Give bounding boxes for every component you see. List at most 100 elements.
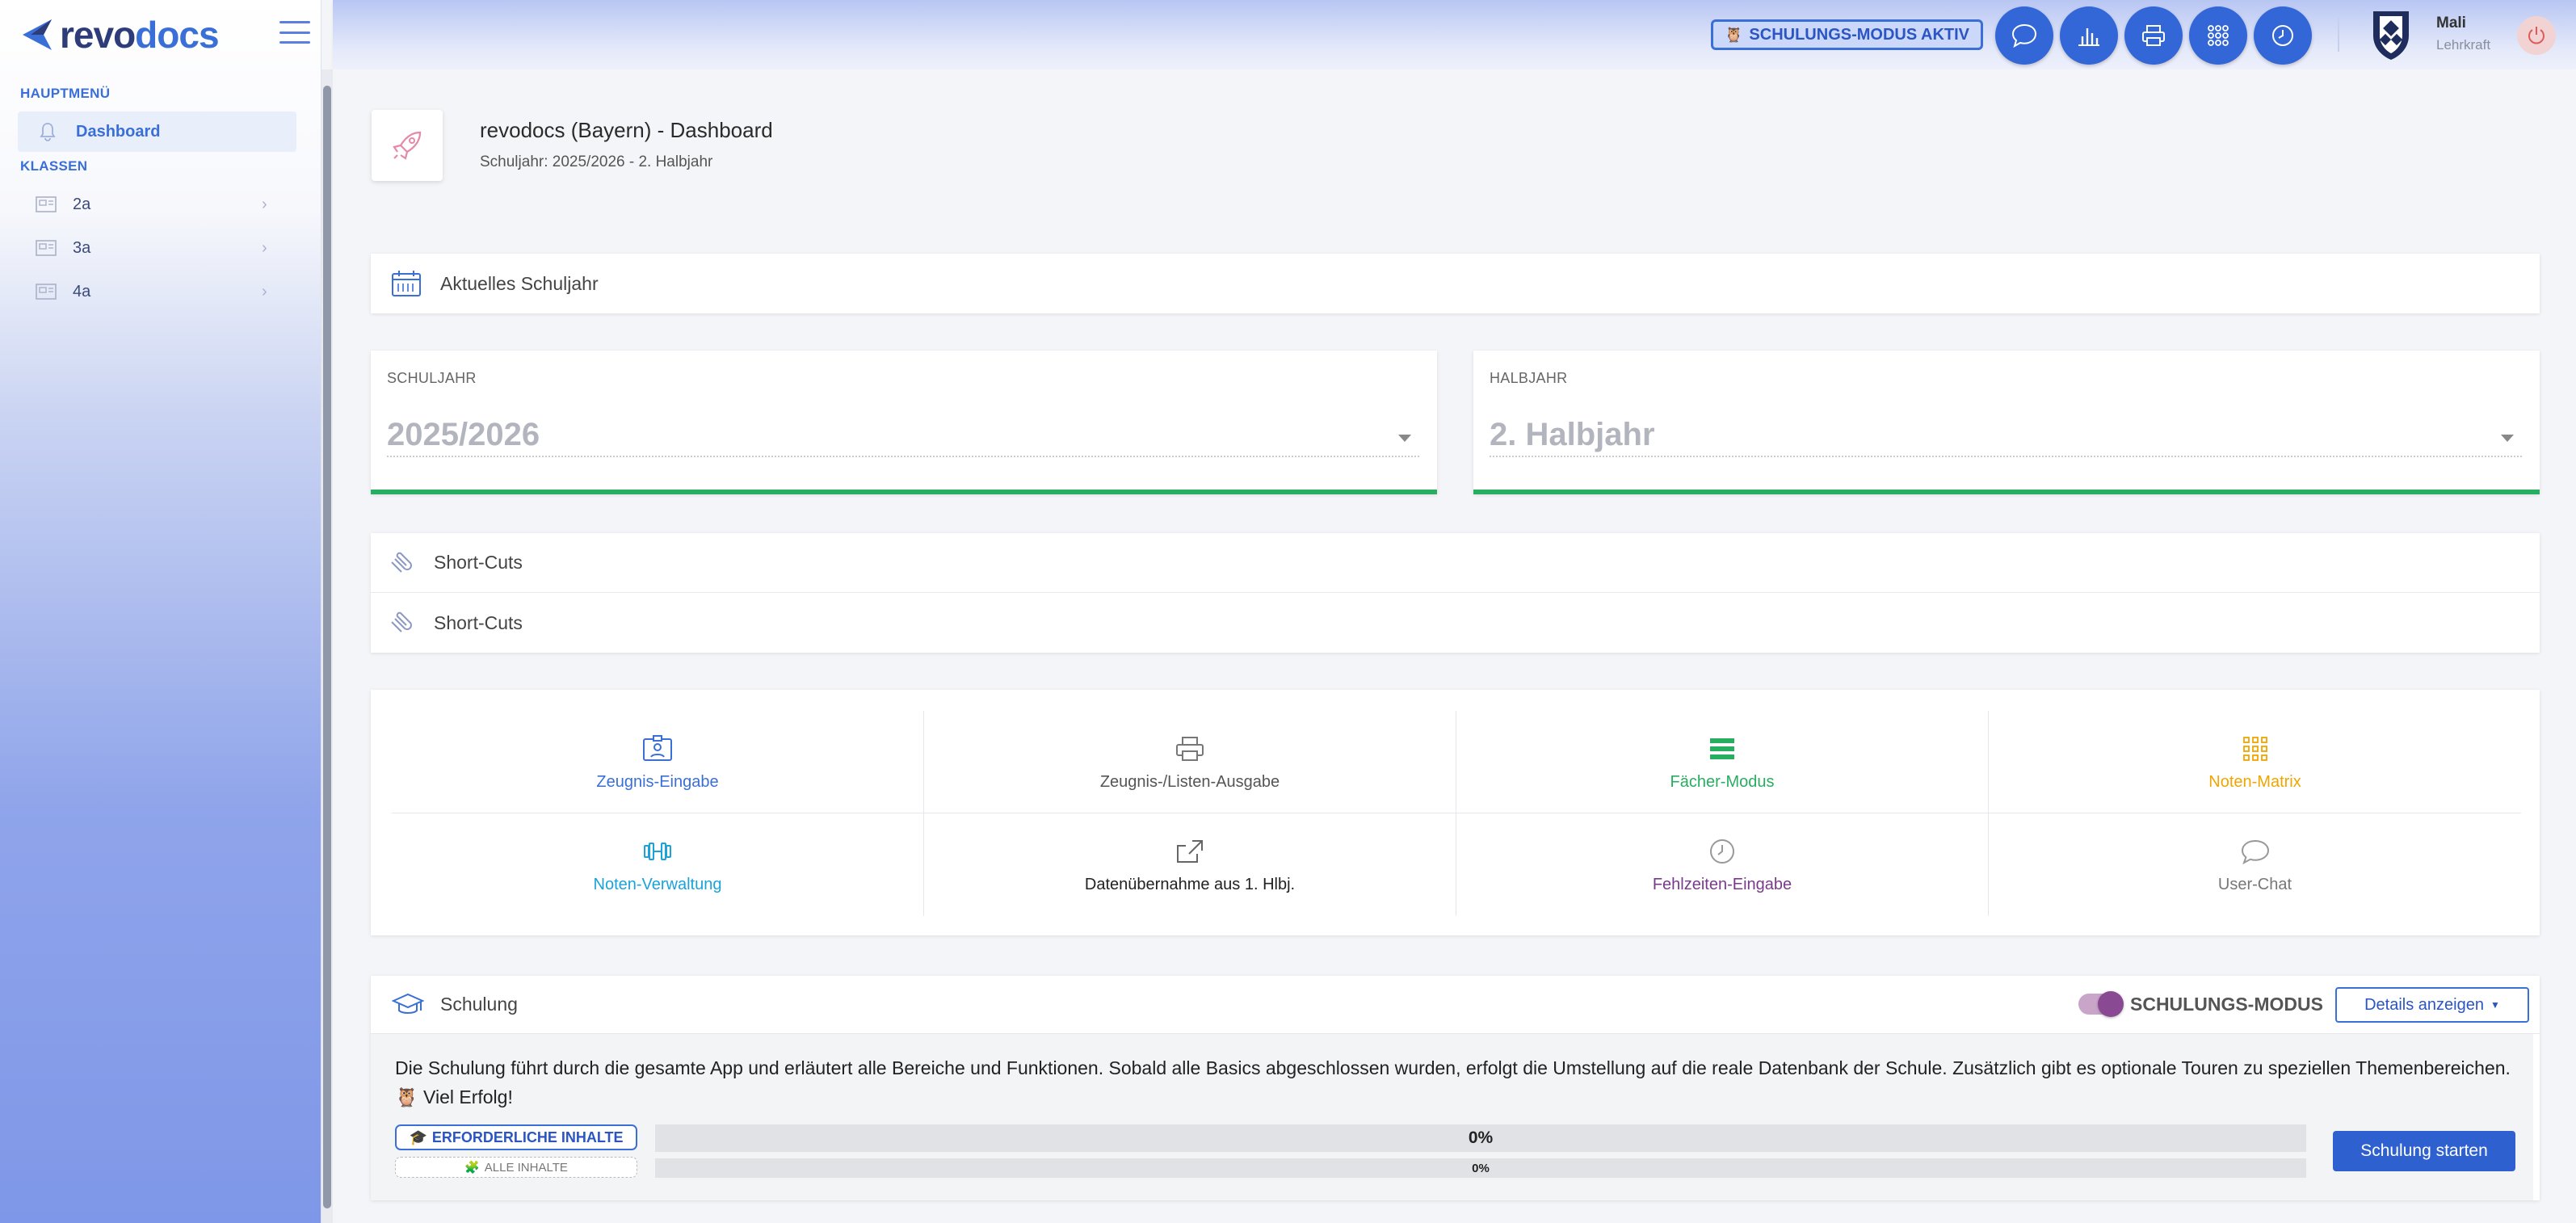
classroom-icon [34, 192, 58, 216]
page-subtitle: Schuljahr: 2025/2026 - 2. Halbjahr [480, 153, 713, 170]
training-header: Schulung SCHULUNGS-MODUS Details anzeige… [371, 976, 2540, 1034]
apps-grid-icon [2208, 25, 2229, 46]
feature-tiles-card: Zeugnis-Eingabe Zeugnis-/Listen-Ausgabe … [371, 690, 2540, 935]
history-button[interactable] [2254, 6, 2312, 65]
paperclip-icon [391, 612, 412, 633]
training-card: Schulung SCHULUNGS-MODUS Details anzeige… [371, 976, 2540, 1200]
tile-label: User-Chat [2217, 876, 2292, 893]
tile-noten-verwaltung[interactable]: Noten-Verwaltung [392, 813, 924, 916]
shortcuts-title: Short-Cuts [434, 612, 523, 633]
apps-button[interactable] [2189, 6, 2247, 65]
print-icon [1174, 733, 1206, 765]
valid-indicator [371, 490, 1437, 494]
tile-datenuebernahme[interactable]: Datenübernahme aus 1. Hlbj. [924, 813, 1456, 916]
half-year-value: 2. Halbjahr [1490, 417, 1655, 452]
training-body: Die Schulung führt durch die gesamte App… [371, 1034, 2533, 1200]
tile-noten-matrix[interactable]: Noten-Matrix [1989, 711, 2521, 813]
tile-fehlzeiten-eingabe[interactable]: Fehlzeiten-Eingabe [1456, 813, 1989, 916]
shortcuts-title: Short-Cuts [434, 552, 523, 573]
chevron-right-icon: › [262, 238, 267, 257]
dumbbell-icon [641, 835, 674, 868]
school-year-select[interactable]: SCHULJAHR 2025/2026 [371, 351, 1437, 494]
sidebar-item-class-2a[interactable]: 2a › [0, 184, 321, 225]
chevron-right-icon: › [262, 195, 267, 213]
chat-button[interactable] [1995, 6, 2053, 65]
training-mode-badge[interactable]: 🦉 SCHULUNGS-MODUS AKTIV [1711, 19, 1984, 50]
statistics-button[interactable] [2060, 6, 2118, 65]
sidebar-item-dashboard[interactable]: Dashboard [18, 111, 296, 152]
half-year-select[interactable]: HALBJAHR 2. Halbjahr [1473, 351, 2540, 494]
shortcuts-row[interactable]: Short-Cuts [371, 533, 2540, 593]
graduation-cap-icon: 🎓 [409, 1128, 427, 1145]
page-icon-box [372, 110, 443, 181]
logo-text: revodocs [60, 14, 220, 56]
tile-label: Zeugnis-/Listen-Ausgabe [1099, 772, 1280, 791]
puzzle-icon: 🧩 [464, 1161, 480, 1175]
dropdown-caret-icon [2501, 435, 2514, 442]
sidebar-item-label: 2a [73, 195, 91, 213]
scrollbar-thumb[interactable] [323, 86, 331, 1208]
page-header: revodocs (Bayern) - Dashboard Schuljahr:… [333, 69, 2576, 218]
main-menu-heading: HAUPTMENÜ [20, 86, 111, 101]
clock-icon [1706, 835, 1738, 868]
start-training-button[interactable]: Schulung starten [2333, 1131, 2515, 1171]
toggle-knob[interactable] [2098, 991, 2124, 1017]
training-title: Schulung [440, 994, 518, 1015]
logout-button[interactable] [2517, 16, 2556, 55]
required-progress-value: 0% [1468, 1128, 1494, 1147]
sidebar-item-class-3a[interactable]: 3a › [0, 228, 321, 268]
current-year-card: Aktuelles Schuljahr [371, 254, 2540, 313]
chat-icon [2011, 23, 2037, 48]
start-training-label: Schulung starten [2360, 1141, 2488, 1160]
sidebar-item-class-4a[interactable]: 4a › [0, 271, 321, 312]
current-year-title: Aktuelles Schuljahr [440, 272, 599, 294]
user-role: Lehrkraft [2436, 37, 2491, 53]
print-icon [2142, 25, 2165, 46]
tile-faecher-modus[interactable]: Fächer-Modus [1456, 711, 1989, 813]
shortcuts-row[interactable]: Short-Cuts [371, 593, 2540, 653]
sidebar-item-label: Dashboard [76, 122, 161, 141]
chevron-right-icon: › [262, 282, 267, 300]
all-progress-value: 0% [1472, 1161, 1490, 1175]
hamburger-menu-icon[interactable] [279, 21, 310, 44]
print-button[interactable] [2124, 6, 2183, 65]
caret-down-icon: ▼ [2490, 999, 2500, 1011]
all-progress-bar: 0% [655, 1158, 2306, 1178]
tile-label: Fehlzeiten-Eingabe [1652, 876, 1792, 893]
tile-label: Noten-Verwaltung [593, 876, 722, 893]
share-icon [1174, 835, 1206, 868]
tile-label: Datenübernahme aus 1. Hlbj. [1084, 876, 1296, 893]
revodocs-logo-icon [23, 19, 52, 50]
calendar-icon [392, 271, 421, 296]
sidebar-scrollbar[interactable] [321, 69, 333, 1223]
topbar-divider [2338, 18, 2339, 52]
school-year-label: SCHULJAHR [387, 370, 477, 386]
tile-label: Noten-Matrix [2208, 772, 2301, 791]
power-icon [2528, 27, 2544, 44]
classes-heading: KLASSEN [20, 158, 88, 174]
tile-label: Fächer-Modus [1670, 772, 1775, 791]
feature-tiles-grid: Zeugnis-Eingabe Zeugnis-/Listen-Ausgabe … [392, 711, 2521, 916]
tile-zeugnis-listen-ausgabe[interactable]: Zeugnis-/Listen-Ausgabe [924, 711, 1456, 813]
id-card-icon [641, 733, 674, 765]
bell-icon [36, 120, 60, 144]
all-content-tab[interactable]: 🧩 ALLE INHALTE [395, 1157, 637, 1178]
user-name[interactable]: Mali [2436, 15, 2466, 32]
tile-user-chat[interactable]: User-Chat [1989, 813, 2521, 916]
graduation-cap-icon [392, 993, 424, 1014]
shortcuts-card: Short-Cuts Short-Cuts [371, 533, 2540, 653]
chart-icon [2078, 28, 2099, 46]
owl-icon: 🦉 [1725, 26, 1743, 43]
required-content-tab[interactable]: 🎓 ERFORDERLICHE INHALTE [395, 1124, 637, 1150]
required-content-label: ERFORDERLICHE INHALTE [431, 1128, 624, 1145]
logo[interactable]: revodocs [0, 0, 321, 69]
school-year-value: 2025/2026 [387, 417, 540, 452]
sidebar-item-label: 3a [73, 238, 91, 257]
show-details-label: Details anzeigen [2364, 995, 2484, 1014]
chat-icon [2239, 835, 2271, 868]
show-details-button[interactable]: Details anzeigen ▼ [2335, 987, 2529, 1023]
good-luck-text: Viel Erfolg! [423, 1086, 513, 1107]
sidebar: revodocs HAUPTMENÜ Dashboard KLASSEN 2a … [0, 0, 321, 1223]
tile-zeugnis-eingabe[interactable]: Zeugnis-Eingabe [392, 711, 924, 813]
training-mode-toggle[interactable] [2078, 991, 2124, 1017]
